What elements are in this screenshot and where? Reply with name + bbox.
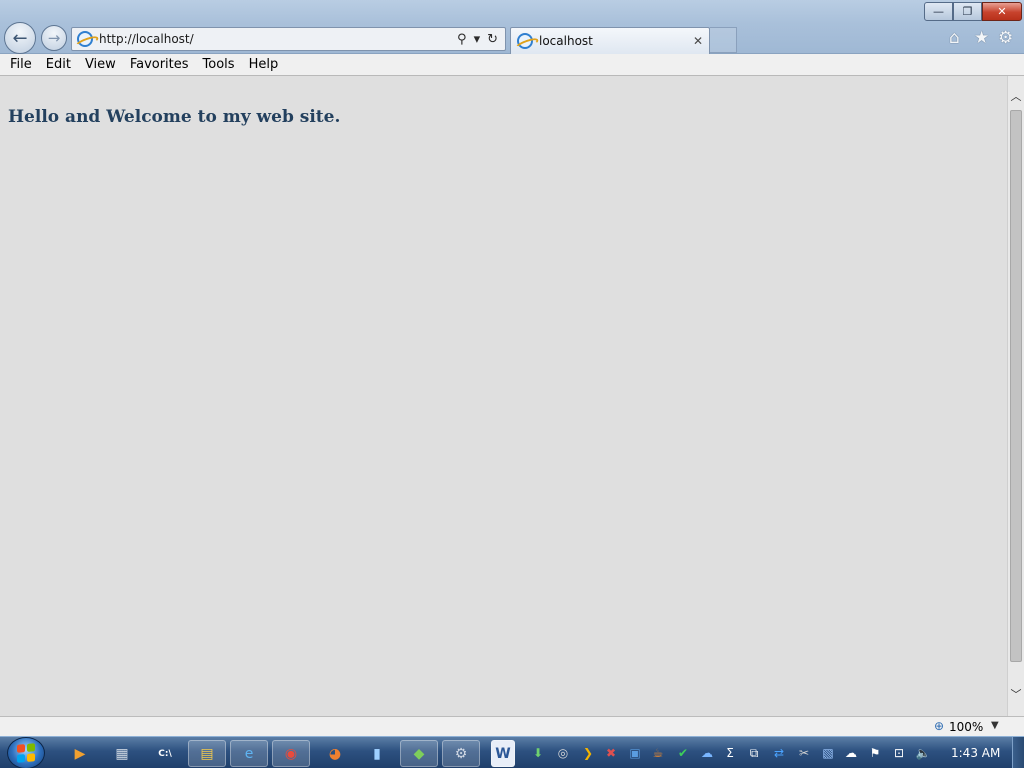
tray-xl-app-icon[interactable]: ✖ <box>603 745 619 761</box>
ie-page-icon <box>77 31 93 47</box>
tray-disc-icon[interactable]: ◎ <box>555 745 571 761</box>
clock[interactable]: 1:43 AM <box>951 746 1000 760</box>
page-viewport: Hello and Welcome to my web site. <box>0 76 1007 716</box>
refresh-icon[interactable]: ↻ <box>487 32 498 47</box>
menu-edit[interactable]: Edit <box>39 57 78 72</box>
scroll-down-arrow-icon[interactable]: ﹀ <box>1008 684 1024 704</box>
taskbar-chrome-button[interactable]: ◉ <box>272 740 310 767</box>
new-tab-button[interactable] <box>710 27 737 53</box>
tray-plex-icon[interactable]: ❯ <box>580 745 596 761</box>
show-desktop-button[interactable] <box>1012 737 1024 768</box>
menu-tools[interactable]: Tools <box>196 57 242 72</box>
tray-network-icon[interactable]: ⊡ <box>891 745 907 761</box>
tray-teamviewer-icon[interactable]: ⇄ <box>771 745 787 761</box>
taskbar-usb-tool-button[interactable]: ▮ <box>358 740 396 767</box>
taskbar-firefox-button[interactable]: ◕ <box>316 740 354 767</box>
tray-action-center-flag-icon[interactable]: ⚑ <box>867 745 883 761</box>
taskbar-command-prompt-button[interactable]: C:\ <box>146 740 184 767</box>
menu-view[interactable]: View <box>78 57 123 72</box>
close-window-button[interactable]: ✕ <box>982 2 1022 21</box>
zoom-icon[interactable]: ⊕ <box>934 719 944 733</box>
tray-onedrive-icon[interactable]: ☁ <box>843 745 859 761</box>
taskbar-internet-explorer-button[interactable]: e <box>230 740 268 767</box>
tray-cloud-drive-icon[interactable]: ☁ <box>699 745 715 761</box>
vertical-scrollbar[interactable]: ︿ ﹀ <box>1007 76 1024 716</box>
taskbar-file-explorer-button[interactable]: ▤ <box>188 740 226 767</box>
tray-windows-app-icon[interactable]: ⧉ <box>746 745 762 761</box>
address-bar[interactable]: http://localhost/ ⚲ ▾ ↻ <box>71 27 506 51</box>
taskbar-green-app-button[interactable]: ◆ <box>400 740 438 767</box>
gear-icon[interactable]: ⚙ <box>998 28 1013 48</box>
tray-java-icon[interactable]: ☕ <box>650 745 666 761</box>
tray-network-app-icon[interactable]: ▧ <box>820 745 836 761</box>
ie-icon <box>517 33 533 49</box>
status-bar: ⊕ 100% ▼ <box>0 716 1024 736</box>
browser-title-bar: — ❐ ✕ ← → http://localhost/ ⚲ ▾ ↻ localh… <box>0 0 1024 54</box>
tray-download-icon[interactable]: ⬇ <box>530 745 546 761</box>
home-icon[interactable]: ⌂ <box>949 28 960 48</box>
tray-volume-icon[interactable]: 🔈 <box>915 745 931 761</box>
menu-bar: File Edit View Favorites Tools Help <box>0 54 1024 76</box>
page-heading: Hello and Welcome to my web site. <box>8 107 341 127</box>
taskbar-media-player-button[interactable]: ▶ <box>61 740 99 767</box>
window-controls: — ❐ ✕ <box>924 2 1022 21</box>
tray-tools-icon[interactable]: ✂ <box>796 745 812 761</box>
back-button[interactable]: ← <box>4 22 36 54</box>
search-icon[interactable]: ⚲ <box>457 32 467 47</box>
tab-close-icon[interactable]: ✕ <box>693 34 703 48</box>
scrollbar-thumb[interactable] <box>1010 110 1022 662</box>
start-button[interactable] <box>7 737 45 768</box>
tray-news-icon[interactable]: ▣ <box>627 745 643 761</box>
tab-title: localhost <box>539 34 593 48</box>
windows-logo-icon <box>17 743 35 763</box>
tray-check-icon[interactable]: ✔ <box>675 745 691 761</box>
menu-file[interactable]: File <box>0 57 39 72</box>
address-dropdown-icon[interactable]: ▾ <box>474 32 481 47</box>
menu-favorites[interactable]: Favorites <box>123 57 196 72</box>
taskbar-control-tool-button[interactable]: ⚙ <box>442 740 480 767</box>
taskbar: ▶ ▦ C:\ ▤ e ◉ ◕ ▮ ◆ ⚙ W ⬇ ◎ ❯ ✖ ▣ ☕ ✔ ☁ Σ ⧉ ⇄ ✂ ▧ ☁ ⚑ ⊡ 🔈 1:43 AM <box>0 736 1024 768</box>
scroll-up-arrow-icon[interactable]: ︿ <box>1008 86 1024 106</box>
zoom-level[interactable]: 100% <box>949 720 983 734</box>
tray-sigma-icon[interactable]: Σ <box>722 745 738 761</box>
address-input[interactable]: http://localhost/ <box>99 32 457 46</box>
taskbar-calculator-button[interactable]: ▦ <box>103 740 141 767</box>
favorites-star-icon[interactable]: ★ <box>974 28 989 48</box>
zoom-dropdown-icon[interactable]: ▼ <box>991 720 999 731</box>
forward-button[interactable]: → <box>41 25 67 51</box>
minimize-button[interactable]: — <box>924 2 953 21</box>
tab-localhost[interactable]: localhost ✕ <box>510 27 710 54</box>
taskbar-word-button[interactable]: W <box>491 740 515 767</box>
restore-button[interactable]: ❐ <box>953 2 982 21</box>
menu-help[interactable]: Help <box>242 57 286 72</box>
